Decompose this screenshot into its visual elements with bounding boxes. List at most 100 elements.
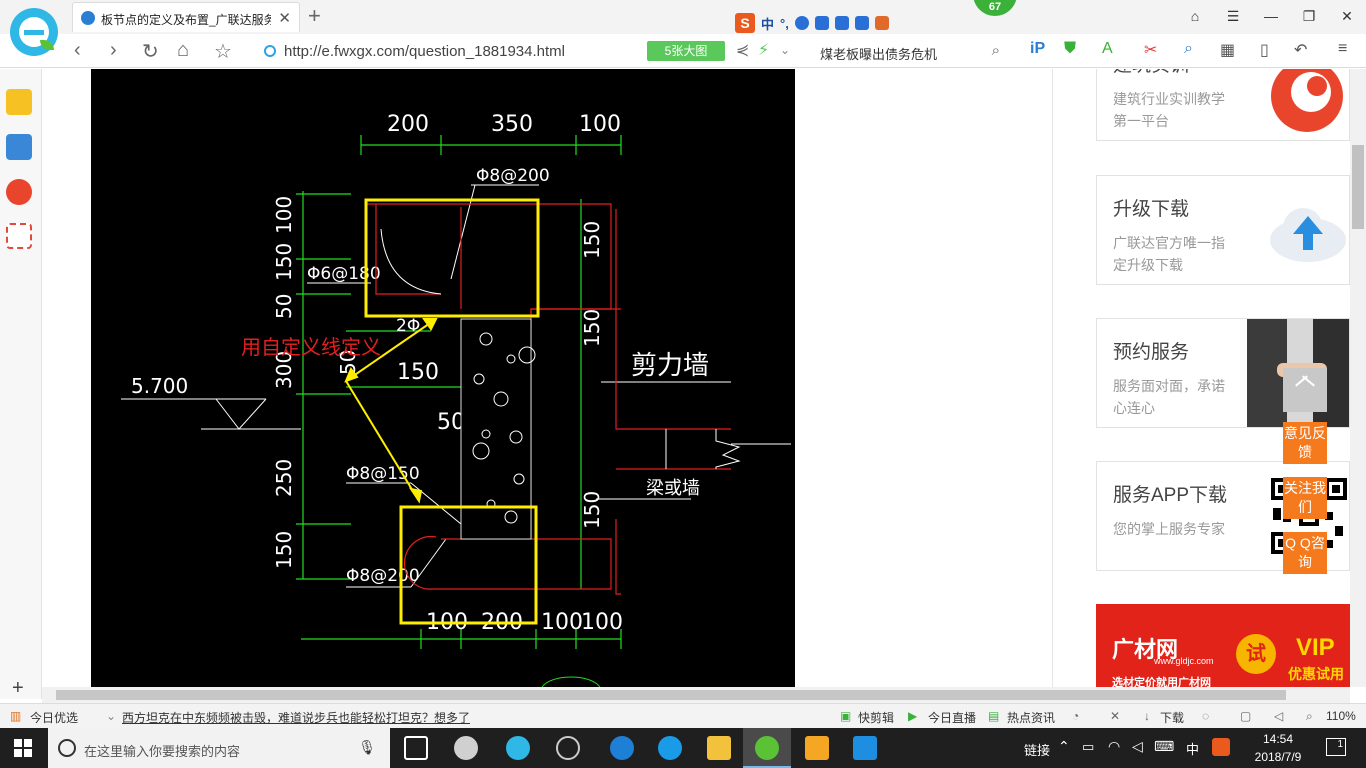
gift-icon[interactable]: ▥ xyxy=(10,709,21,723)
sound-icon[interactable]: ◁ xyxy=(1274,709,1283,723)
taskbar-search-input[interactable]: 在这里输入你要搜索的内容 🎙 xyxy=(48,728,390,768)
qq-consult-button[interactable]: Q Q咨询 xyxy=(1283,532,1327,574)
card-upgrade-download[interactable]: 升级下载 广联达官方唯一指定升级下载 xyxy=(1096,175,1350,285)
big-image-button[interactable]: 5张大图 xyxy=(647,41,725,61)
back-icon[interactable]: ‹ xyxy=(74,39,81,62)
shield-icon[interactable]: ⛊ xyxy=(1064,40,1076,58)
gldjc-ad-banner[interactable]: 广材网 www.gldjc.com 选材定价就用广材网 试 VIP 优惠试用 xyxy=(1096,604,1350,687)
vertical-scrollbar[interactable] xyxy=(1350,69,1366,687)
shirt-icon[interactable]: ⌂ xyxy=(1176,0,1214,32)
volume-icon[interactable]: ◁ xyxy=(1132,738,1143,755)
minimize-icon[interactable]: — xyxy=(1252,0,1290,32)
speed-icon[interactable]: ◔ xyxy=(1072,709,1079,723)
vertical-scroll-thumb[interactable] xyxy=(1352,145,1364,229)
ime-mode-label[interactable]: 中 xyxy=(761,14,774,33)
hot-news-link[interactable]: 热点资讯 xyxy=(1007,709,1055,726)
share-icon[interactable]: ⋞ xyxy=(736,40,749,60)
browser-360-icon[interactable] xyxy=(755,736,779,760)
undo-icon[interactable]: ↶ xyxy=(1294,40,1307,60)
ip-icon[interactable]: iP xyxy=(1030,40,1045,58)
search-icon[interactable]: ⌕ xyxy=(992,42,1000,59)
punctuation-icon[interactable]: °, xyxy=(780,16,789,31)
ime-indicator[interactable]: 中 xyxy=(1186,739,1199,758)
search-input[interactable]: 煤老板曝出债务危机 ⌕ xyxy=(810,38,1010,64)
browser-app-icon[interactable] xyxy=(506,736,530,760)
clock[interactable]: 14:54 2018/7/9 xyxy=(1248,730,1308,766)
home-icon[interactable]: ⌂ xyxy=(177,39,189,62)
sidebar-add-icon[interactable]: + xyxy=(12,677,24,700)
task-view-icon[interactable] xyxy=(404,736,428,760)
url-text[interactable]: http://e.fwxgx.com/question_1881934.html xyxy=(284,43,565,60)
sogou-ime-bar[interactable]: S 中 °, xyxy=(735,12,889,34)
search-text[interactable]: 煤老板曝出债务危机 xyxy=(820,44,937,63)
feedback-button[interactable]: 意见反馈 xyxy=(1283,422,1327,464)
plus-app-icon[interactable] xyxy=(853,736,877,760)
tab-active[interactable]: 板节点的定义及布置_广联达服务 ✕ xyxy=(72,2,300,32)
zoom-level[interactable]: 110% xyxy=(1326,709,1356,723)
window-icon[interactable]: ▢ xyxy=(1240,709,1251,723)
keyboard-icon[interactable] xyxy=(834,16,849,30)
wifi-icon[interactable]: ◠ xyxy=(1108,738,1120,755)
file-explorer-icon[interactable] xyxy=(707,736,731,760)
weibo-icon[interactable] xyxy=(6,179,32,205)
card-training[interactable]: 建筑实训 建筑行业实训教学第一平台 xyxy=(1096,69,1350,141)
today-picks-link[interactable]: 今日优选 xyxy=(30,709,78,726)
fan-app-icon[interactable] xyxy=(454,736,478,760)
windows-start-icon[interactable] xyxy=(14,739,32,757)
dropdown-icon[interactable]: ⌄ xyxy=(780,43,790,57)
sogou-tray-icon[interactable] xyxy=(1212,738,1230,756)
horizontal-scroll-thumb[interactable] xyxy=(56,690,1286,700)
clean-icon[interactable]: ◌ xyxy=(1202,709,1209,723)
action-center-icon[interactable]: 1 xyxy=(1326,738,1346,756)
browser-logo-icon[interactable] xyxy=(10,8,58,56)
horizontal-scrollbar[interactable] xyxy=(42,687,1350,703)
download-link[interactable]: 下载 xyxy=(1160,709,1184,726)
more-menu-icon[interactable]: ≡ xyxy=(1338,40,1347,58)
email-icon[interactable] xyxy=(6,223,32,249)
mobile-icon[interactable]: ▯ xyxy=(1260,40,1269,60)
menu-icon[interactable]: ☰ xyxy=(1214,0,1252,32)
tools-icon[interactable] xyxy=(874,16,889,30)
card-title: 预约服务 xyxy=(1113,342,1190,363)
chevron-up-icon[interactable]: ⌃ xyxy=(1058,738,1070,755)
zoom-icon[interactable]: ⌕ xyxy=(1306,709,1313,724)
back-to-top-button[interactable] xyxy=(1283,368,1327,412)
site-info-icon[interactable] xyxy=(264,45,276,57)
quick-cut-link[interactable]: 快剪辑 xyxy=(858,709,894,726)
close-window-icon[interactable]: ✕ xyxy=(1328,0,1366,32)
pin-icon[interactable]: ✕ xyxy=(1110,709,1120,723)
battery-icon[interactable]: ▭ xyxy=(1082,739,1094,755)
taskbar-search-placeholder[interactable]: 在这里输入你要搜索的内容 xyxy=(84,741,240,760)
spiral-app-icon[interactable] xyxy=(556,736,580,760)
scissors-icon[interactable]: ✂ xyxy=(1144,40,1157,60)
keyboard-icon[interactable]: ⌨ xyxy=(1154,738,1174,755)
chevron-down-icon[interactable]: ⌄ xyxy=(106,709,116,723)
dim-right-3: 150 xyxy=(580,491,604,529)
grid-icon[interactable]: ▦ xyxy=(1220,40,1235,60)
maximize-icon[interactable]: ❐ xyxy=(1290,0,1328,32)
reading-list-icon[interactable] xyxy=(6,134,32,160)
edge-icon[interactable] xyxy=(610,736,634,760)
ie-icon[interactable] xyxy=(658,736,682,760)
dim-top-1: 200 xyxy=(387,112,429,137)
forward-icon[interactable]: › xyxy=(110,39,117,62)
mic-icon[interactable] xyxy=(814,16,829,30)
microphone-icon[interactable]: 🎙 xyxy=(358,739,376,756)
refresh-icon[interactable]: ↻ xyxy=(142,39,159,64)
magnifier-icon[interactable]: ⌕ xyxy=(1184,40,1193,58)
emoji-icon[interactable] xyxy=(794,16,809,30)
favorite-star-icon[interactable]: ☆ xyxy=(214,39,232,64)
download-icon[interactable]: ↓ xyxy=(1144,709,1150,723)
favorites-icon[interactable] xyxy=(6,89,32,115)
notes-app-icon[interactable] xyxy=(805,736,829,760)
translate-icon[interactable]: A xyxy=(1102,40,1113,58)
links-toolbar[interactable]: 链接 xyxy=(1024,740,1050,759)
new-tab-button[interactable]: + xyxy=(308,3,321,29)
flash-icon[interactable]: ⚡ xyxy=(758,40,769,60)
tab-close-icon[interactable]: ✕ xyxy=(278,9,291,27)
notification-badge[interactable]: 67 xyxy=(973,0,1017,16)
live-link[interactable]: 今日直播 xyxy=(928,709,976,726)
follow-us-button[interactable]: 关注我们 xyxy=(1283,477,1327,519)
skin-icon[interactable] xyxy=(854,16,869,30)
news-ticker-link[interactable]: 西方坦克在中东频频被击毁，难道说步兵也能轻松打坦克？想多了 xyxy=(122,709,470,726)
